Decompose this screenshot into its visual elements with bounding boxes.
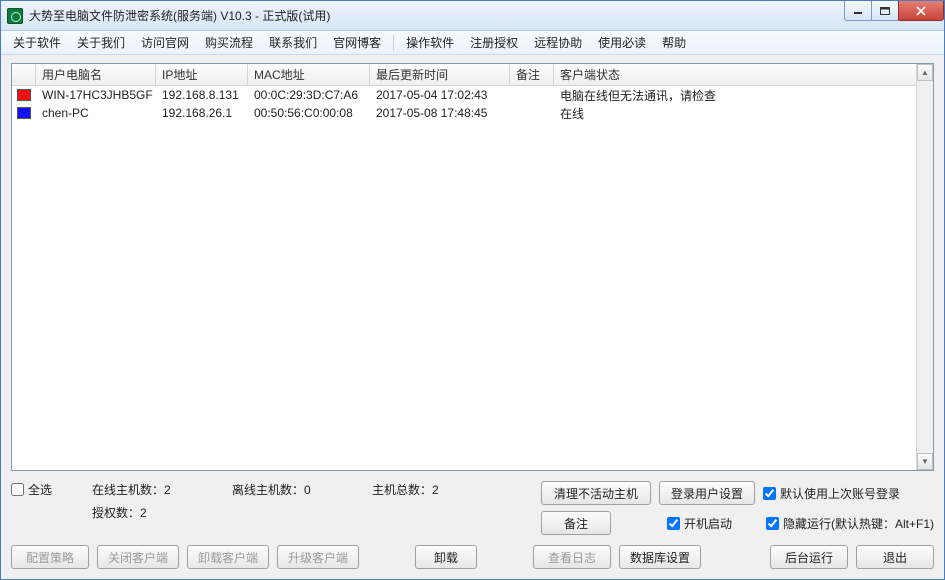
col-name-header[interactable]: 用户电脑名: [36, 64, 156, 85]
menu-register-auth[interactable]: 注册授权: [462, 34, 526, 51]
menu-must-read[interactable]: 使用必读: [590, 34, 654, 51]
cell-ip: 192.168.26.1: [156, 106, 248, 120]
offline-value: 0: [304, 483, 311, 497]
bottom-panel: 全选 在线主机数：2 离线主机数：0 主机总数：2 授权数：2 清理不活动主机: [11, 471, 934, 569]
online-value: 2: [164, 483, 171, 497]
menu-official-blog[interactable]: 官网博客: [325, 34, 389, 51]
scroll-down-icon[interactable]: ▼: [917, 453, 933, 470]
use-last-login-label: 默认使用上次账号登录: [780, 485, 900, 502]
offline-label: 离线主机数：: [232, 483, 304, 497]
status-square-icon: [17, 107, 31, 119]
select-all-label: 全选: [28, 481, 52, 498]
menubar: 关于软件 关于我们 访问官网 购买流程 联系我们 官网博客 操作软件 注册授权 …: [1, 31, 944, 55]
table-row[interactable]: WIN-17HC3JHB5GF 192.168.8.131 00:0C:29:3…: [12, 86, 933, 104]
license-value: 2: [140, 506, 147, 520]
vertical-scrollbar[interactable]: ▲ ▼: [916, 64, 933, 470]
menu-buy-flow[interactable]: 购买流程: [197, 34, 261, 51]
content-area: 用户电脑名 IP地址 MAC地址 最后更新时间 备注 客户端状态 WIN-17H…: [1, 55, 944, 579]
maximize-button[interactable]: [871, 1, 899, 21]
menu-about-software[interactable]: 关于软件: [5, 34, 69, 51]
app-icon: [7, 8, 23, 24]
startup-input[interactable]: [667, 517, 680, 530]
list-header: 用户电脑名 IP地址 MAC地址 最后更新时间 备注 客户端状态: [12, 64, 933, 86]
col-mac-header[interactable]: MAC地址: [248, 64, 370, 85]
cell-status: 在线: [554, 105, 933, 122]
scroll-up-icon[interactable]: ▲: [917, 64, 933, 81]
online-label: 在线主机数：: [92, 483, 164, 497]
col-icon-header[interactable]: [12, 64, 36, 85]
license-label: 授权数：: [92, 506, 140, 520]
clear-inactive-button[interactable]: 清理不活动主机: [541, 481, 651, 505]
table-row[interactable]: chen-PC 192.168.26.1 00:50:56:C0:00:08 2…: [12, 104, 933, 122]
exit-button[interactable]: 退出: [856, 545, 934, 569]
menu-help[interactable]: 帮助: [654, 34, 694, 51]
minimize-button[interactable]: [844, 1, 872, 21]
select-all-input[interactable]: [11, 483, 24, 496]
cell-ip: 192.168.8.131: [156, 88, 248, 102]
menu-remote-assist[interactable]: 远程协助: [526, 34, 590, 51]
total-label: 主机总数：: [372, 483, 432, 497]
window-title: 大势至电脑文件防泄密系统(服务端) V10.3 - 正式版(试用): [29, 7, 330, 24]
app-window: 大势至电脑文件防泄密系统(服务端) V10.3 - 正式版(试用) 关于软件 关…: [0, 0, 945, 580]
hidden-run-label: 隐藏运行(默认热键：Alt+F1): [783, 515, 934, 532]
uninstall-client-button[interactable]: 卸载客户端: [187, 545, 269, 569]
cell-time: 2017-05-08 17:48:45: [370, 106, 510, 120]
menu-visit-site[interactable]: 访问官网: [133, 34, 197, 51]
upgrade-client-button[interactable]: 升级客户端: [277, 545, 359, 569]
cell-time: 2017-05-04 17:02:43: [370, 88, 510, 102]
run-background-button[interactable]: 后台运行: [770, 545, 848, 569]
startup-checkbox[interactable]: 开机启动: [667, 515, 732, 532]
note-button[interactable]: 备注: [541, 511, 611, 535]
startup-label: 开机启动: [684, 515, 732, 532]
window-controls: [845, 1, 944, 21]
menu-about-us[interactable]: 关于我们: [69, 34, 133, 51]
col-time-header[interactable]: 最后更新时间: [370, 64, 510, 85]
view-log-button[interactable]: 查看日志: [533, 545, 611, 569]
cell-mac: 00:0C:29:3D:C7:A6: [248, 88, 370, 102]
titlebar: 大势至电脑文件防泄密系统(服务端) V10.3 - 正式版(试用): [1, 1, 944, 31]
menu-separator: [393, 35, 394, 51]
uninstall-button[interactable]: 卸载: [415, 545, 477, 569]
db-settings-button[interactable]: 数据库设置: [619, 545, 701, 569]
total-value: 2: [432, 483, 439, 497]
cell-name: WIN-17HC3JHB5GF: [36, 88, 156, 102]
close-client-button[interactable]: 关闭客户端: [97, 545, 179, 569]
menu-operate-software[interactable]: 操作软件: [398, 34, 462, 51]
cell-name: chen-PC: [36, 106, 156, 120]
login-user-settings-button[interactable]: 登录用户设置: [659, 481, 755, 505]
config-policy-button[interactable]: 配置策略: [11, 545, 89, 569]
hidden-run-input[interactable]: [766, 517, 779, 530]
use-last-login-checkbox[interactable]: 默认使用上次账号登录: [763, 485, 900, 502]
col-status-header[interactable]: 客户端状态: [554, 64, 933, 85]
client-list[interactable]: 用户电脑名 IP地址 MAC地址 最后更新时间 备注 客户端状态 WIN-17H…: [11, 63, 934, 471]
close-button[interactable]: [898, 1, 944, 21]
col-ip-header[interactable]: IP地址: [156, 64, 248, 85]
cell-mac: 00:50:56:C0:00:08: [248, 106, 370, 120]
hidden-run-checkbox[interactable]: 隐藏运行(默认热键：Alt+F1): [766, 515, 934, 532]
status-square-icon: [17, 89, 31, 101]
menu-contact-us[interactable]: 联系我们: [261, 34, 325, 51]
cell-status: 电脑在线但无法通讯，请检查: [554, 87, 933, 104]
col-note-header[interactable]: 备注: [510, 64, 554, 85]
use-last-login-input[interactable]: [763, 487, 776, 500]
select-all-checkbox[interactable]: 全选: [11, 481, 52, 498]
